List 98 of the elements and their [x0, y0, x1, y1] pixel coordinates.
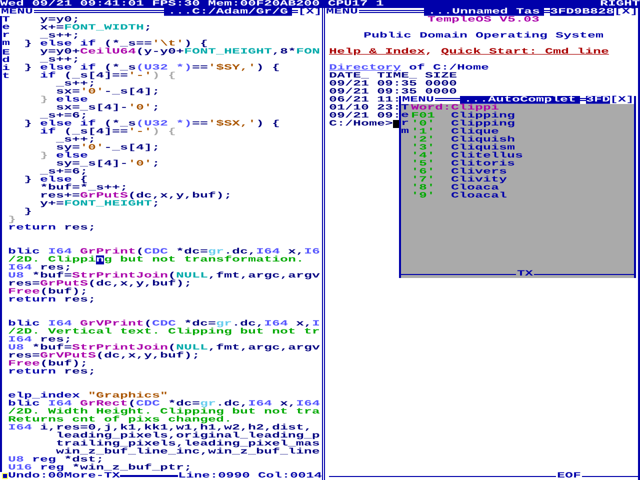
code-line: blic I64 GrRect(CDC *dc=gr.dc,I64 x,I64: [8, 400, 321, 408]
code-line: res+=GrPutS(dc,x,y,buf);: [38, 192, 233, 200]
code-line: if (_s[4]=='-') {: [38, 128, 177, 136]
close-button[interactable]: [X]: [614, 8, 638, 16]
code-line: }: [8, 216, 16, 224]
listing-row: 09/21 09:35 0000: [329, 88, 457, 96]
code-line: _s+=6;: [38, 168, 88, 176]
completion-item[interactable]: '0' Clipping: [411, 120, 523, 128]
code-line: U16 reg *win_z_buf_ptr;: [8, 464, 192, 472]
close-button[interactable]: [X]: [610, 96, 634, 104]
popup-footer-label: TX: [516, 270, 534, 278]
code-line: U8 *buf=StrPrintJoin(NULL,fmt,argc,argv: [8, 272, 321, 280]
window-title: ...Unnamed Tas: [424, 8, 544, 16]
cursor-position: Line:0990 Col:0014: [178, 472, 322, 480]
code-line: return res;: [8, 296, 97, 304]
resize-handle-icon[interactable]: [2, 473, 8, 479]
completion-item[interactable]: '2' Cliquish: [411, 136, 523, 144]
code-line: win_z_buf_line_inc,win_z_buf_line: [54, 448, 321, 456]
command-prompt: C:/Home>: [329, 120, 393, 128]
listing-header: DATE_ TIME_ SIZE: [329, 72, 457, 80]
menu-label[interactable]: MENU: [325, 8, 359, 16]
code-line: } else: [38, 96, 88, 104]
code-line: sx=_s[4]-'0';: [56, 104, 161, 112]
code-line: U8 reg *dst;: [8, 456, 104, 464]
typed-word: Word:Clippi: [411, 104, 499, 112]
completion-item[interactable]: '8' Cloaca: [411, 184, 523, 192]
code-line: I64 i,res=0,j,k1,kk1,w1,h1,w2,h2,dist,: [8, 424, 312, 432]
banner-subtitle: Public Domain Operating System: [364, 32, 604, 40]
code-line: res=GrPutS(dc,x,y,buf);: [8, 280, 193, 288]
help-link[interactable]: Quick Start: Cmd line: [440, 48, 609, 56]
completion-item[interactable]: F01 Clipping: [411, 112, 523, 120]
completion-item[interactable]: '3' Cliquism: [411, 144, 523, 152]
code-line: *buf=*_s++;: [38, 184, 129, 192]
code-line: elp_index "Graphics": [8, 392, 169, 400]
completion-item[interactable]: '4' Clitellus: [411, 152, 523, 160]
editor-status-text: Undo:00More-TX: [8, 472, 120, 480]
system-status-text: Wed 09/21 09:41:01 FPS:30 Mem:00F20AB200 CPU17 1: [0, 0, 384, 8]
listing-row: 09/21 09:35 0000: [329, 80, 457, 88]
code-line: } else if (*_s=='\t') {: [22, 40, 208, 48]
code-line: _s++;: [38, 56, 80, 64]
code-line: I64 res;: [8, 264, 72, 272]
code-line: /2D. Clipping but not transformation.: [8, 256, 305, 264]
code-line: } else if (*_s(U32 *)=='$SX,') {: [22, 120, 281, 128]
directory-path: of C:/Home: [408, 64, 489, 72]
code-line: U8 *buf=StrPrintJoin(NULL,fmt,argc,argv: [8, 344, 321, 352]
code-line: }: [22, 208, 33, 216]
code-line: } else if (*_s(U32 *)=='$SY,') {: [22, 64, 281, 72]
banner-title: TempleOS V5.03: [428, 16, 540, 24]
code-line: } else: [38, 152, 88, 160]
side-label: Edit: [2, 49, 10, 80]
menu-label[interactable]: MENU: [0, 8, 34, 16]
task-id: 3FD: [586, 96, 610, 104]
code-line: y=y0+CeilU64(y-y0+FONT_HEIGHT,8*FON: [38, 48, 321, 56]
code-line: _s++;: [54, 80, 96, 88]
listing-row: 09/21 09:: [329, 112, 401, 120]
side-label: Term: [401, 104, 409, 136]
code-line: x+=FONT_WIDTH;: [38, 24, 153, 32]
code-line: leading_pixels,original_leading_p: [56, 432, 321, 440]
code-line: y=y0;: [38, 16, 80, 24]
completion-item[interactable]: '5' Clitoris: [411, 160, 523, 168]
end-of-file-label: EOF: [556, 472, 582, 480]
close-button[interactable]: [X]: [298, 8, 322, 16]
menu-label[interactable]: MENU: [401, 96, 435, 104]
code-line: Free(buf);: [8, 288, 89, 296]
code-line: if (_s[4]=='-') {: [38, 72, 177, 80]
completion-item[interactable]: '9' Cloacal: [411, 192, 523, 200]
task-id: 3FD9B828: [550, 8, 614, 16]
code-line: trailing_pixels,leading_pixel_mas: [54, 440, 321, 448]
code-line: _s+=6;: [38, 112, 88, 120]
code-line: Free(buf);: [8, 360, 89, 368]
code-line: blic I64 GrVPrint(CDC *dc=gr.dc,I64 x,I: [8, 320, 321, 328]
window-title: ...C:/Adam/Gr/G: [164, 8, 292, 16]
completion-item[interactable]: '6' Clivers: [411, 168, 523, 176]
help-link[interactable]: Help & Index: [329, 48, 425, 56]
code-line: return res;: [8, 224, 97, 232]
code-line: } else {: [22, 176, 88, 184]
code-line: /2D. Vertical text. Clipping but not tr: [8, 328, 321, 336]
directory-link[interactable]: Directory: [329, 64, 401, 72]
code-line: res=GrVPutS(dc,x,y,buf);: [8, 352, 201, 360]
listing-row: 06/21 11:: [329, 96, 401, 104]
code-line: sx='0'-_s[4];: [54, 88, 161, 96]
code-line: return res;: [8, 368, 97, 376]
listing-row: 01/10 23:: [329, 104, 401, 112]
window-title: ...AutoComplet: [460, 96, 580, 104]
code-line: y+=FONT_HEIGHT;: [38, 200, 160, 208]
code-line: /2D. Width Height. Clipping but not tra: [8, 408, 321, 416]
code-line: blic I64 GrPrint(CDC *dc=gr.dc,I64 x,I6: [8, 248, 321, 256]
code-line: I64 res;: [8, 336, 72, 344]
code-line: sy='0'-_s[4];: [54, 144, 161, 152]
completion-item[interactable]: '1' Clique: [411, 128, 523, 136]
code-line: _s++;: [38, 32, 80, 40]
side-label: Term: [2, 16, 10, 48]
code-line: _s++;: [54, 136, 96, 144]
completion-item[interactable]: '7' Clivity: [411, 176, 523, 184]
focus-indicator: RIGHT: [600, 0, 640, 8]
code-line: Returns cnt of pixs changed.: [8, 416, 232, 424]
code-line: sy=_s[4]-'0';: [56, 160, 161, 168]
link-separator: ,: [424, 48, 433, 56]
